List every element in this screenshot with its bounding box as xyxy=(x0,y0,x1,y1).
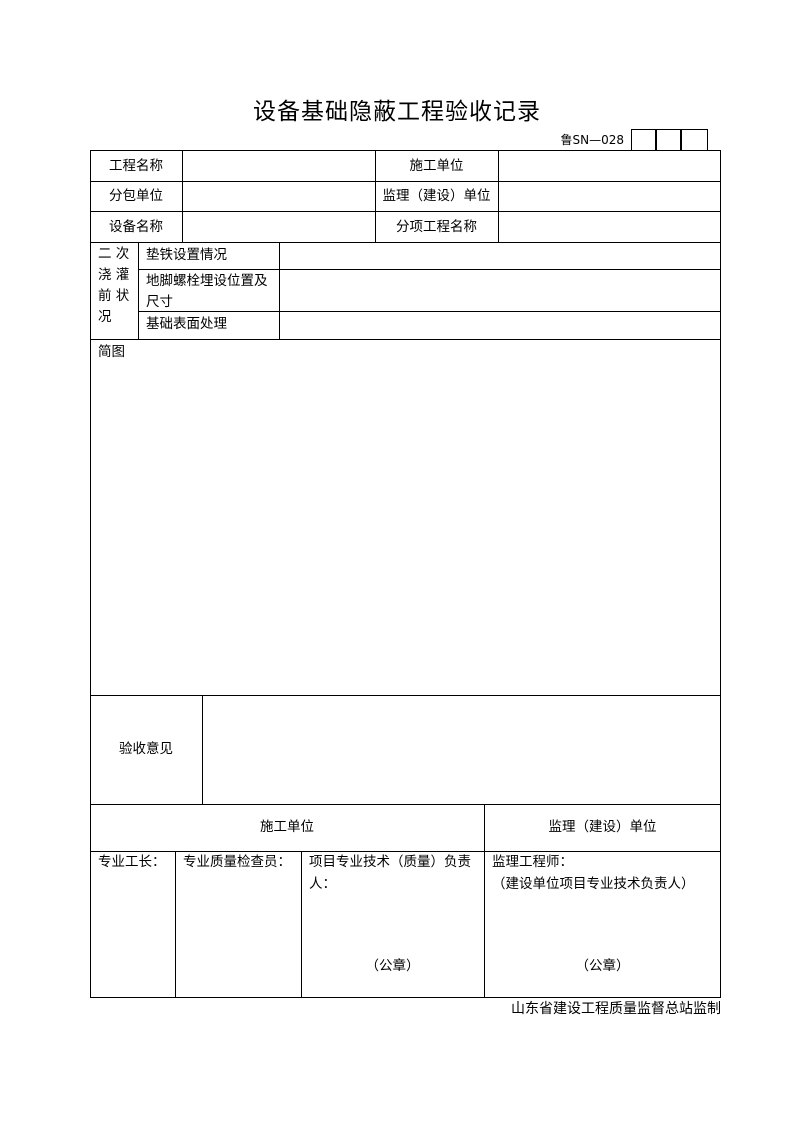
divider xyxy=(138,269,721,270)
supervisor-engineer-label: 监理工程师： xyxy=(492,854,573,870)
sketch-area[interactable] xyxy=(92,362,718,692)
divider xyxy=(498,150,499,242)
label-project-name: 工程名称 xyxy=(109,158,163,174)
divider xyxy=(138,242,139,339)
seal-right: （公章） xyxy=(575,958,630,974)
divider xyxy=(182,150,183,242)
footer-issuer: 山东省建设工程质量监督总站监制 xyxy=(511,1001,721,1017)
label-contractor: 施工单位 xyxy=(409,158,464,174)
label-shim-setting: 垫铁设置情况 xyxy=(146,247,227,263)
divider xyxy=(202,695,203,804)
divider xyxy=(90,804,721,805)
seal-left: （公章） xyxy=(365,958,420,974)
form-code: 鲁SN—028 xyxy=(560,133,625,147)
divider xyxy=(90,181,721,182)
number-box-3[interactable] xyxy=(681,129,708,150)
label-surface-treatment: 基础表面处理 xyxy=(146,316,227,332)
label-subitem-name: 分项工程名称 xyxy=(396,219,477,235)
sketch-label: 简图 xyxy=(98,344,125,360)
supervisor-header: 监理（建设）单位 xyxy=(548,819,657,835)
contractor-header: 施工单位 xyxy=(260,819,314,835)
divider xyxy=(90,211,721,212)
divider xyxy=(279,242,280,339)
label-anchor-bolt-line: 地脚螺栓埋设位置及 xyxy=(146,273,268,289)
number-box-2[interactable] xyxy=(656,129,681,150)
divider xyxy=(90,242,721,243)
group-label-line: 二 次 xyxy=(98,246,130,262)
tech-lead-label-line: 人： xyxy=(309,876,336,892)
number-box-1[interactable] xyxy=(631,129,656,150)
divider xyxy=(175,851,176,998)
tech-lead-label-line: 项目专业技术（质量）负责 xyxy=(309,854,471,870)
divider xyxy=(90,339,721,340)
owner-rep-label: （建设单位项目专业技术负责人） xyxy=(492,876,695,892)
group-label-line: 况 xyxy=(98,309,112,325)
acceptance-opinion-field[interactable] xyxy=(204,697,718,802)
label-subcontractor: 分包单位 xyxy=(109,188,163,204)
page-title: 设备基础隐蔽工程验收记录 xyxy=(253,99,541,125)
foreman-label: 专业工长： xyxy=(98,854,166,870)
label-anchor-bolt-line: 尺寸 xyxy=(146,294,173,310)
group-label-line: 浇 灌 xyxy=(98,267,130,283)
divider xyxy=(138,311,721,312)
label-equipment-name: 设备名称 xyxy=(109,219,163,235)
group-label-line: 前 状 xyxy=(98,288,130,304)
acceptance-opinion-label: 验收意见 xyxy=(119,741,173,757)
divider xyxy=(90,695,721,696)
inspector-label: 专业质量检查员： xyxy=(183,854,291,870)
label-supervisor-unit: 监理（建设）单位 xyxy=(382,188,491,204)
